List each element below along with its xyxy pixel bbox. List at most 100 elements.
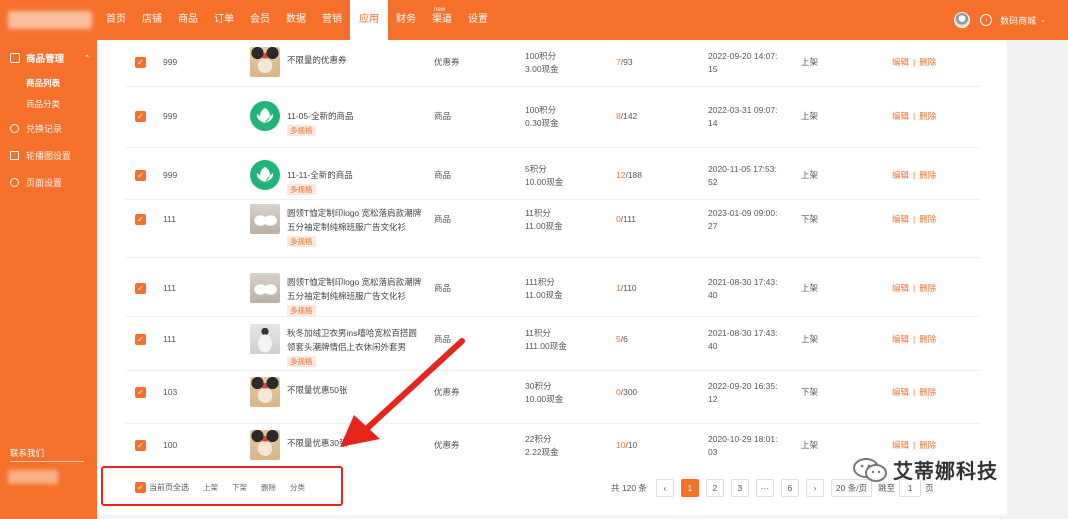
nav-item[interactable]: 营销: [314, 0, 350, 40]
sidebar-item-redeem-records[interactable]: 兑换记录: [10, 122, 62, 135]
delete-link[interactable]: 删除: [919, 334, 936, 344]
product-thumbnail: [250, 377, 280, 407]
row-checkbox[interactable]: ✓: [135, 170, 146, 181]
row-checkbox[interactable]: ✓: [135, 57, 146, 68]
page-button[interactable]: 3: [730, 479, 749, 497]
item-type: 商品: [434, 111, 452, 121]
sidebar-item-goods-list[interactable]: 商品列表: [26, 77, 60, 89]
delete-link[interactable]: 删除: [919, 170, 936, 180]
delete-link[interactable]: 删除: [919, 57, 936, 67]
nav-item[interactable]: 应用: [350, 0, 388, 40]
edit-link[interactable]: 编辑: [892, 283, 909, 293]
sidebar-item-carousel-settings[interactable]: 轮播图设置: [10, 149, 71, 162]
sidebar-item-label: 兑换记录: [26, 124, 63, 134]
page-button[interactable]: 2: [705, 479, 724, 497]
edit-link[interactable]: 编辑: [892, 57, 909, 67]
product-thumbnail: [250, 101, 280, 131]
store-switcher-label[interactable]: 数码商城: [1000, 14, 1036, 27]
delete-link[interactable]: 删除: [919, 283, 936, 293]
nav-item[interactable]: 财务: [388, 0, 424, 40]
cash-price: 2.22现金: [525, 447, 559, 457]
product-thumbnail: [250, 47, 280, 77]
chevron-up-icon: ⌃: [84, 55, 90, 62]
table-row[interactable]: ✓ 111 圆领T恤定制印logo 宽松落肩款潮牌五分袖定制纯棉班服广告文化衫 多规格…: [125, 200, 980, 258]
edit-link[interactable]: 编辑: [892, 387, 909, 397]
row-checkbox[interactable]: ✓: [135, 283, 146, 294]
chevron-down-icon[interactable]: ⌄: [1040, 16, 1046, 24]
row-checkbox[interactable]: ✓: [135, 334, 146, 345]
edit-link[interactable]: 编辑: [892, 111, 909, 121]
edit-link[interactable]: 编辑: [892, 440, 909, 450]
table-row[interactable]: ✓ 999 不限量的优惠券 优惠券 100积分 3.00现金 7/93 2022-09-20 …: [125, 40, 980, 87]
nav-item[interactable]: 设置: [460, 0, 496, 40]
nav-item-label: 首页: [106, 14, 126, 25]
goods-icon: [10, 53, 20, 63]
delete-link[interactable]: 删除: [919, 387, 936, 397]
next-page-button[interactable]: ›: [805, 479, 824, 497]
sidebar-item-page-settings[interactable]: 页面设置: [10, 176, 62, 189]
edit-link[interactable]: 编辑: [892, 334, 909, 344]
row-checkbox[interactable]: ✓: [135, 440, 146, 451]
brand-logo: [8, 11, 92, 29]
stock-total: /111: [620, 214, 637, 224]
delete-link[interactable]: 删除: [919, 111, 936, 121]
edit-link[interactable]: 编辑: [892, 214, 909, 224]
shelf-status: 下架: [801, 387, 819, 397]
cash-price: 11.00现金: [525, 221, 563, 231]
total-count: 共 120 条: [611, 483, 647, 493]
shelf-status: 上架: [801, 57, 819, 67]
page-ellipsis[interactable]: ···: [755, 479, 774, 497]
item-id: 999: [163, 170, 178, 180]
table-row[interactable]: ✓ 111 圆领T恤定制印logo 宽松落肩款潮牌五分袖定制纯棉班服广告文化衫 多规格…: [125, 258, 980, 317]
table-row[interactable]: ✓ 999 11-05-全新的商品 多规格 商品 100积分 0.30现金 8/142 2022…: [125, 87, 980, 148]
product-name[interactable]: 圆领T恤定制印logo 宽松落肩款潮牌五分袖定制纯棉班服广告文化衫: [287, 208, 421, 232]
nav-item-label: 设置: [468, 14, 488, 25]
delete-link[interactable]: 删除: [919, 214, 936, 224]
table-row[interactable]: ✓ 999 11-11-全新的商品 多规格 商品 5积分 10.00现金 12/188 2020…: [125, 148, 980, 200]
multi-spec-tag: 多规格: [287, 356, 316, 367]
table-row[interactable]: ✓ 111 秋冬加绒卫衣男ins嘻哈宽松百搭圆领套头潮牌情侣上衣休闲外套男 多规格 商品…: [125, 317, 980, 371]
delete-link[interactable]: 删除: [919, 440, 936, 450]
nav-item[interactable]: 首页: [98, 0, 134, 40]
nav-item-label: 渠道: [432, 14, 452, 25]
product-name[interactable]: 11-05-全新的商品: [287, 111, 353, 121]
nav-item[interactable]: 数据: [278, 0, 314, 40]
nav-item[interactable]: 会员: [242, 0, 278, 40]
stock-count: 1/110: [616, 282, 637, 294]
multi-spec-tag: 多规格: [287, 305, 316, 316]
row-actions: 编辑 | 删除: [892, 282, 936, 294]
prev-page-button[interactable]: ‹: [655, 479, 674, 497]
download-icon[interactable]: ↓: [980, 14, 993, 26]
nav-item[interactable]: 渠道 new: [424, 0, 460, 40]
page-button[interactable]: 1: [680, 479, 699, 497]
row-actions: 编辑 | 删除: [892, 213, 936, 225]
created-time-seconds: 14: [708, 118, 718, 128]
product-name[interactable]: 圆领T恤定制印logo 宽松落肩款潮牌五分袖定制纯棉班服广告文化衫: [287, 277, 421, 301]
created-time: 2022-09-20 14:07:: [708, 51, 778, 61]
product-name[interactable]: 11-11-全新的商品: [287, 170, 353, 180]
nav-item-label: 营销: [322, 14, 342, 25]
points-price: 5积分: [525, 164, 547, 174]
avatar[interactable]: [954, 12, 971, 28]
divider: |: [913, 387, 916, 397]
nav-item[interactable]: 订单: [206, 0, 242, 40]
product-name[interactable]: 不限量的优惠券: [287, 55, 347, 65]
row-checkbox[interactable]: ✓: [135, 111, 146, 122]
stock-total: /300: [620, 387, 638, 397]
new-badge: new: [434, 7, 446, 13]
edit-link[interactable]: 编辑: [892, 170, 909, 180]
nav-item[interactable]: 商品: [170, 0, 206, 40]
cash-price: 3.00现金: [525, 64, 559, 74]
item-type: 优惠券: [434, 57, 460, 67]
sidebar-item-goods-category[interactable]: 商品分类: [26, 98, 60, 110]
table-row[interactable]: ✓ 100 不限量优惠30张 优惠券 22积分 2.22现金 10/10 2020-10-29…: [125, 424, 980, 472]
row-checkbox[interactable]: ✓: [135, 387, 146, 398]
table-row[interactable]: ✓ 103 不限量优惠50张 优惠券 30积分 10.00现金 0/300 2022-09-2…: [125, 371, 980, 424]
contact-us-label[interactable]: 联系我们: [10, 447, 44, 459]
sidebar-section-goods[interactable]: 商品管理 ⌃: [10, 51, 90, 65]
shelf-status: 下架: [801, 214, 819, 224]
watermark: 艾蒂娜科技: [853, 455, 998, 484]
nav-item[interactable]: 店铺: [134, 0, 170, 40]
row-checkbox[interactable]: ✓: [135, 214, 146, 225]
page-button[interactable]: 6: [780, 479, 799, 497]
